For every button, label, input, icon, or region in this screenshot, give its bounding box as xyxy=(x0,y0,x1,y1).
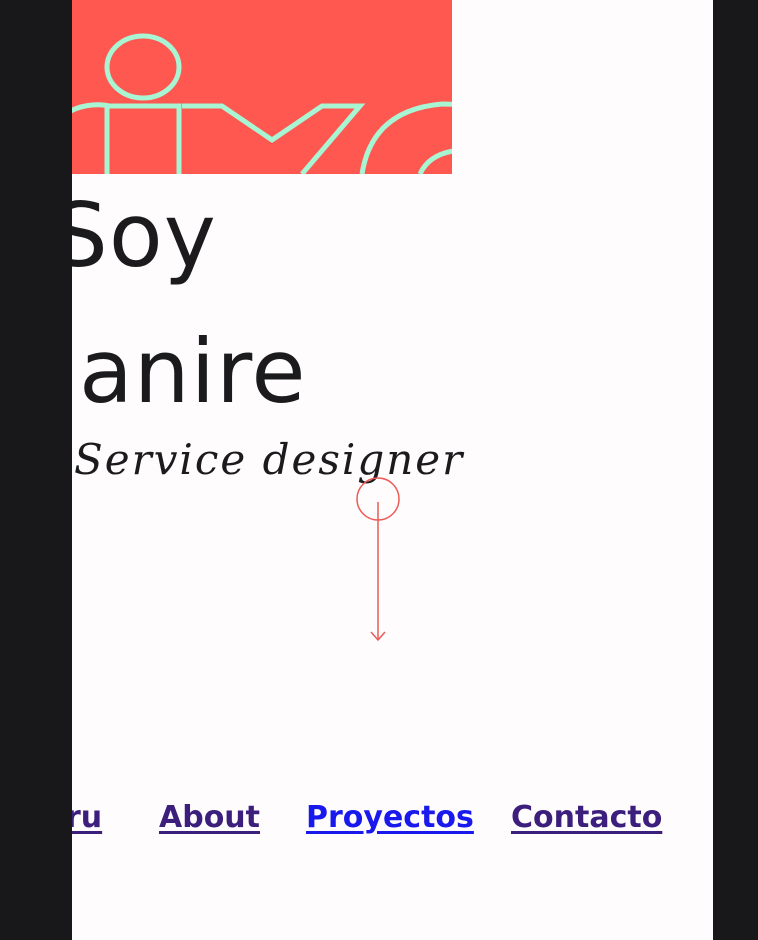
nav-link-about[interactable]: About xyxy=(159,796,260,840)
right-frame xyxy=(713,0,758,940)
nav-link-proyectos[interactable]: Proyectos xyxy=(306,796,474,840)
logo-text: pixo xyxy=(72,0,74,1)
nav-link-ouru[interactable]: ouru xyxy=(72,796,102,840)
logo-graphic: pixo xyxy=(72,0,452,174)
greeting-heading: Soy xyxy=(72,184,217,287)
nav-link-contacto[interactable]: Contacto xyxy=(511,796,662,840)
role-subtitle: Service designer xyxy=(74,435,465,484)
hero-banner: pixo xyxy=(72,0,452,174)
scroll-down-icon[interactable] xyxy=(355,476,401,646)
name-heading: Janire xyxy=(72,320,307,423)
page-content: pixo Soy Janire Service designer ouru Ab… xyxy=(72,0,713,940)
main-nav: ouru About Proyectos Contacto xyxy=(72,796,713,840)
left-frame xyxy=(0,0,72,940)
